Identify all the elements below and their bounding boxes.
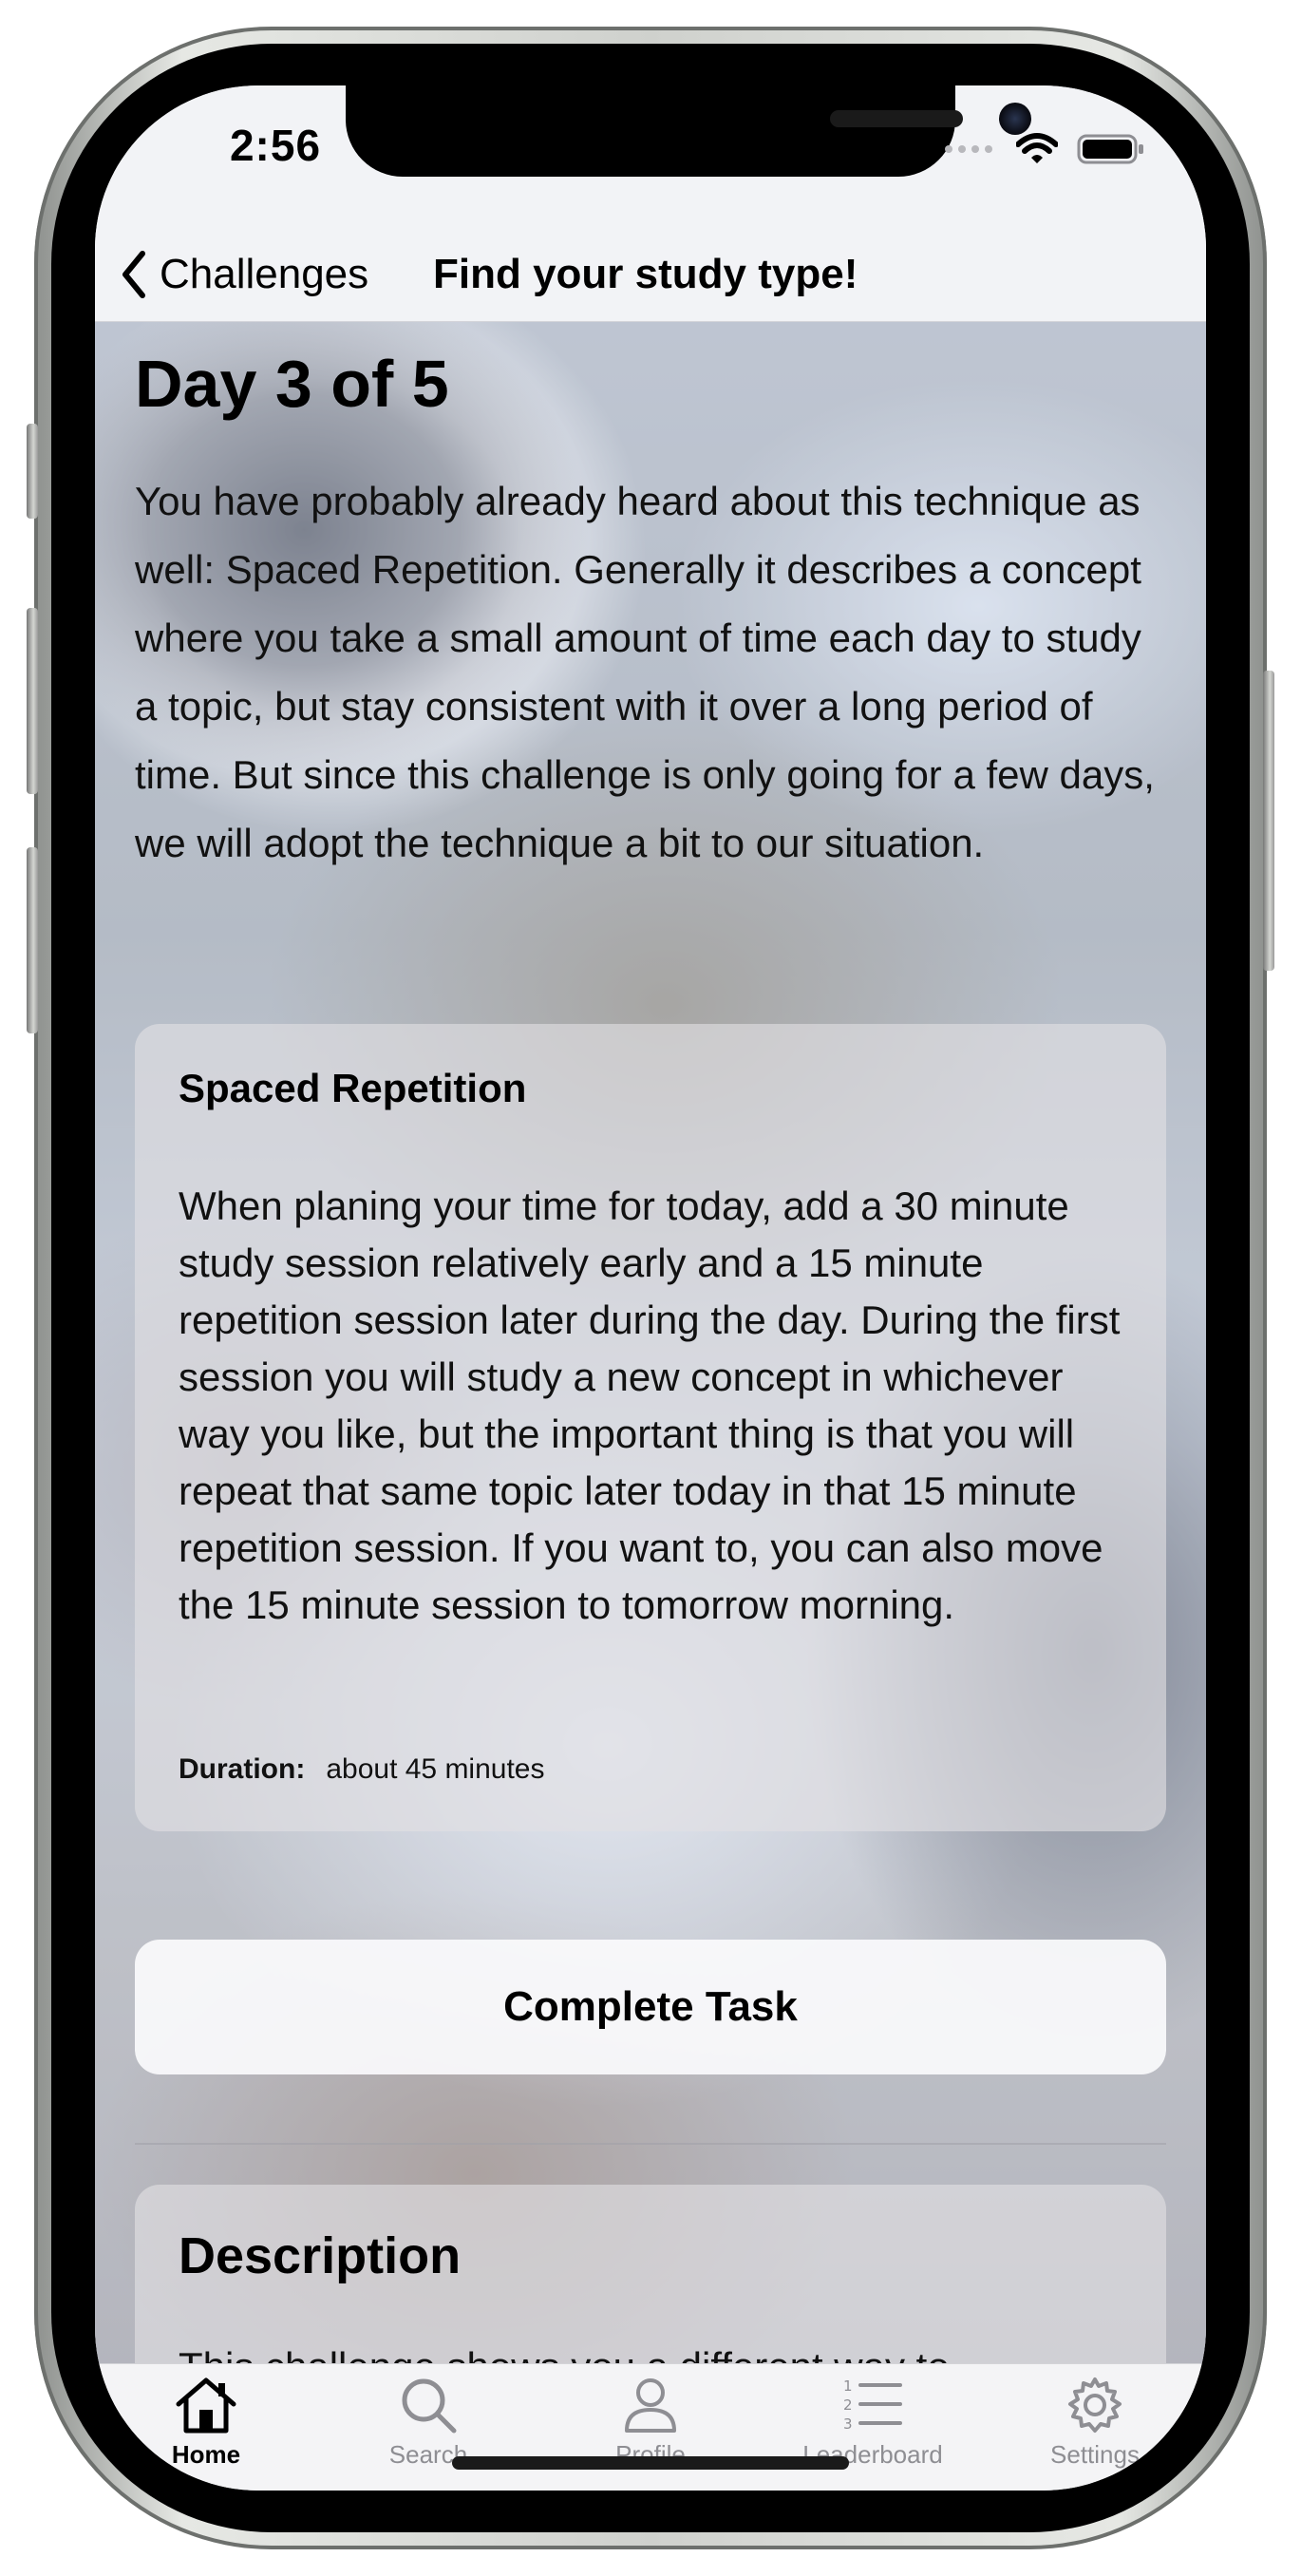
navigation-bar: Challenges Find your study type! <box>95 228 1206 322</box>
screen: 2:56 Challenges Find your study type! Da… <box>95 85 1206 2491</box>
complete-task-button[interactable]: Complete Task <box>135 1940 1166 2074</box>
svg-text:2: 2 <box>843 2396 853 2414</box>
description-title: Description <box>179 2227 462 2284</box>
task-body: When planing your time for today, add a … <box>179 1184 1121 1627</box>
home-indicator[interactable] <box>452 2456 849 2470</box>
cellular-signal-icon <box>945 145 992 153</box>
numbered-list-icon: 1 2 3 <box>843 2377 902 2433</box>
duration-row: Duration: about 45 minutes <box>179 1753 544 1786</box>
status-bar: 2:56 <box>95 85 1206 228</box>
divider <box>135 2143 1166 2145</box>
power-button <box>1263 671 1274 971</box>
speaker-grille <box>830 110 963 127</box>
back-button[interactable]: Challenges <box>120 228 368 321</box>
silent-switch <box>27 424 38 519</box>
tab-bar: Home Search Profile 1 2 3 Leaderboard Se… <box>95 2363 1206 2491</box>
task-title: Spaced Repetition <box>179 1066 527 1110</box>
status-time: 2:56 <box>229 121 322 170</box>
tab-label: Settings <box>1050 2440 1140 2469</box>
person-icon <box>625 2378 676 2433</box>
duration-value: about 45 minutes <box>326 1753 545 1785</box>
volume-up-button <box>27 608 38 794</box>
battery-icon <box>1077 134 1143 164</box>
house-icon <box>176 2377 236 2434</box>
tab-settings[interactable]: Settings <box>984 2376 1206 2482</box>
intro-text: You have probably already heard about th… <box>135 479 1155 865</box>
duration-label: Duration: <box>179 1753 306 1785</box>
front-camera <box>999 103 1031 135</box>
volume-down-button <box>27 847 38 1033</box>
notch <box>346 85 1031 177</box>
tab-home[interactable]: Home <box>95 2376 317 2482</box>
task-card: Spaced Repetition When planing your time… <box>135 1024 1166 1831</box>
tab-label: Home <box>171 2440 241 2469</box>
status-icons <box>944 133 1145 165</box>
svg-text:1: 1 <box>843 2377 853 2395</box>
svg-text:3: 3 <box>843 2415 853 2433</box>
description-card: Description This challenge shows you a d… <box>135 2185 1166 2363</box>
magnifier-icon <box>402 2378 457 2434</box>
wifi-icon <box>1016 133 1058 163</box>
day-title: Day 3 of 5 <box>135 347 449 421</box>
gear-icon <box>1068 2377 1122 2433</box>
nav-title: Find your study type! <box>433 251 858 297</box>
back-button-label: Challenges <box>160 251 369 297</box>
challenge-content[interactable]: Day 3 of 5 You have probably already hea… <box>95 321 1206 2363</box>
chevron-left-icon <box>123 251 145 298</box>
description-body: This challenge shows you a different way… <box>179 2339 1128 2363</box>
